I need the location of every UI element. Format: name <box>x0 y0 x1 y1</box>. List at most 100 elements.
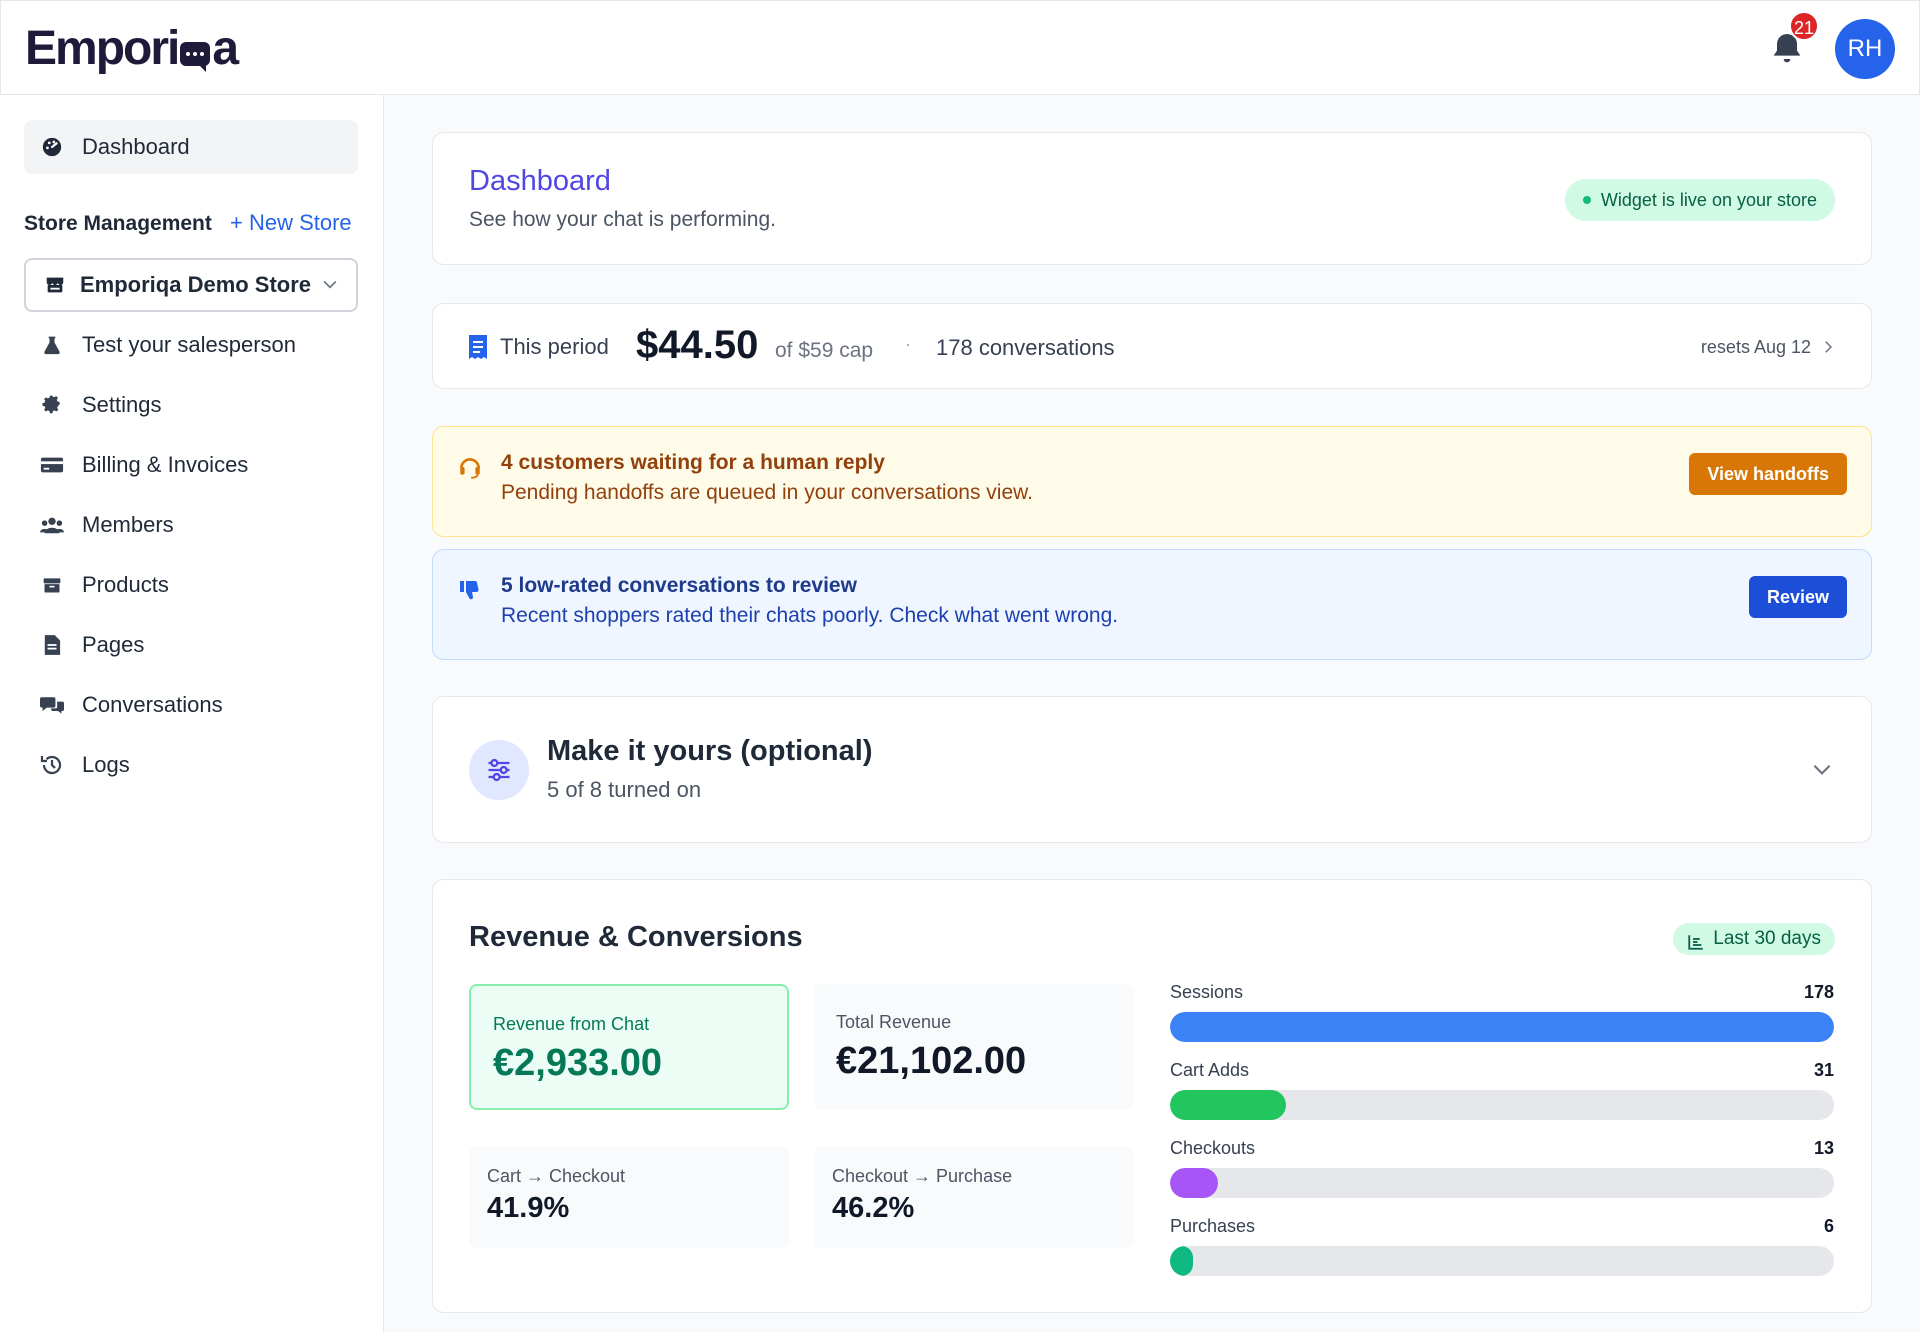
metric-label: Revenue from Chat <box>493 1014 650 1034</box>
usage-amount: $44.50 <box>636 323 759 367</box>
metric-value: €21,102.00 <box>836 1040 1027 1082</box>
revenue-title: Revenue & Conversions <box>469 921 803 953</box>
sidebar-item-pages[interactable]: Pages <box>24 618 358 672</box>
widget-status-badge: Widget is live on your store <box>1564 179 1835 221</box>
gauge-icon <box>40 135 64 159</box>
metric-value: €2,933.00 <box>493 1042 663 1084</box>
funnel-bar-track <box>1170 1090 1834 1120</box>
sidebar-item-label: Conversations <box>82 692 223 717</box>
store-management-heading: Store Management <box>24 212 212 235</box>
funnel-bar-fill <box>1170 1012 1834 1042</box>
bar-chart-icon <box>1687 930 1705 962</box>
handoff-alert-title: 4 customers waiting for a human reply <box>501 451 885 474</box>
funnel-label: Cart Adds <box>1170 1060 1250 1080</box>
headset-icon <box>457 454 483 485</box>
separator-dot: · <box>905 334 911 354</box>
metric-label: Total Revenue <box>836 1012 952 1032</box>
sidebar-item-label: Logs <box>82 752 130 777</box>
review-button[interactable]: Review <box>1748 576 1847 618</box>
new-store-link[interactable]: + New Store <box>230 210 352 236</box>
review-alert: 5 low-rated conversations to review Rece… <box>432 549 1872 660</box>
sidebar-item-dashboard[interactable]: Dashboard <box>24 120 358 174</box>
handoff-alert-body: Pending handoffs are queued in your conv… <box>501 481 1033 504</box>
funnel-value: 31 <box>1813 1060 1834 1080</box>
flask-icon <box>40 333 64 357</box>
period-label: This period <box>500 334 609 359</box>
review-alert-body: Recent shoppers rated their chats poorly… <box>501 604 1119 627</box>
funnel-value: 6 <box>1823 1216 1834 1236</box>
sidebar-item-products[interactable]: Products <box>24 558 358 612</box>
metric-label: Checkout → Purchase <box>832 1166 1013 1186</box>
funnel-label: Purchases <box>1170 1216 1256 1236</box>
reset-date: resets Aug 12 <box>1700 337 1811 357</box>
gear-icon <box>40 393 64 417</box>
avatar[interactable]: RH <box>1835 19 1895 79</box>
metric-value: 41.9% <box>487 1192 570 1224</box>
review-alert-title: 5 low-rated conversations to review <box>501 574 857 597</box>
thumbs-down-icon <box>457 578 483 607</box>
usage-cap: of $59 cap <box>775 339 874 362</box>
customize-title: Make it yours (optional) <box>547 735 873 767</box>
sliders-icon <box>469 740 529 800</box>
handoff-alert: 4 customers waiting for a human reply Pe… <box>432 426 1872 537</box>
chat-bubble-logo-icon <box>180 41 211 72</box>
document-icon <box>40 633 64 657</box>
sidebar-item-label: Settings <box>82 392 162 417</box>
chevron-down-icon[interactable] <box>1809 756 1835 787</box>
funnel-value: 178 <box>1803 982 1834 1002</box>
chat-bubbles-icon <box>40 693 64 717</box>
notification-badge: 21 <box>1789 11 1819 41</box>
chevron-down-icon <box>320 274 340 300</box>
history-icon <box>40 753 64 777</box>
customize-card[interactable]: Make it yours (optional) 5 of 8 turned o… <box>432 696 1872 843</box>
logo-text-end: a <box>212 22 239 75</box>
conversation-count: 178 conversations <box>936 335 1115 360</box>
checkout-purchase-card: Checkout → Purchase 46.2% <box>814 1146 1134 1248</box>
sidebar-item-label: Dashboard <box>82 134 190 159</box>
metric-label: Cart → Checkout <box>487 1166 626 1186</box>
funnel-bar-fill <box>1170 1090 1286 1120</box>
sidebar-item-label: Pages <box>82 632 145 657</box>
funnel-bar-fill <box>1170 1246 1193 1276</box>
box-icon <box>40 573 64 597</box>
metric-value: 46.2% <box>832 1192 915 1224</box>
receipt-icon <box>467 334 489 365</box>
funnel-bar-track <box>1170 1246 1834 1276</box>
chevron-right-icon <box>1819 337 1837 362</box>
sidebar-item-label: Billing & Invoices <box>82 452 249 477</box>
storefront-icon <box>44 274 66 296</box>
sidebar-item-billing-invoices[interactable]: Billing & Invoices <box>24 438 358 492</box>
date-range-label: Last 30 days <box>1713 928 1821 949</box>
view-handoffs-button[interactable]: View handoffs <box>1689 453 1847 495</box>
sidebar-item-settings[interactable]: Settings <box>24 378 358 432</box>
logo[interactable]: Empori a <box>25 21 239 76</box>
sidebar-item-logs[interactable]: Logs <box>24 738 358 792</box>
sidebar-item-label: Products <box>82 572 169 597</box>
logo-text: Empori <box>25 22 180 75</box>
funnel-bar-track <box>1170 1168 1834 1198</box>
cart-checkout-card: Cart → Checkout 41.9% <box>469 1146 789 1248</box>
revenue-from-chat-card: Revenue from Chat €2,933.00 <box>469 984 789 1110</box>
sidebar-item-members[interactable]: Members <box>24 498 358 552</box>
total-revenue-card: Total Revenue €21,102.00 <box>814 984 1134 1110</box>
usage-card[interactable]: This period $44.50 of $59 cap · 178 conv… <box>432 303 1872 389</box>
funnel-bar-fill <box>1170 1168 1219 1198</box>
date-range-badge[interactable]: Last 30 days <box>1673 923 1835 955</box>
users-icon <box>40 513 64 537</box>
funnel-label: Sessions <box>1170 982 1244 1002</box>
sidebar-item-label: Members <box>82 512 174 537</box>
page-subtitle: See how your chat is performing. <box>469 208 776 231</box>
store-select[interactable]: Emporiqa Demo Store <box>24 258 358 312</box>
funnel-label: Checkouts <box>1170 1138 1256 1158</box>
page-title: Dashboard <box>469 165 611 197</box>
dashboard-header-card: Dashboard See how your chat is performin… <box>432 132 1872 265</box>
sidebar-item-test-your-salesperson[interactable]: Test your salesperson <box>24 318 358 372</box>
top-bar: Empori a 21 RH <box>0 0 1920 95</box>
funnel-bar-track <box>1170 1012 1834 1042</box>
sidebar-item-conversations[interactable]: Conversations <box>24 678 358 732</box>
sidebar-item-label: Test your salesperson <box>82 332 296 357</box>
customize-subtitle: 5 of 8 turned on <box>547 777 702 802</box>
funnel-value: 13 <box>1813 1138 1834 1158</box>
store-select-value: Emporiqa Demo Store <box>80 272 312 297</box>
credit-card-icon <box>40 453 64 477</box>
